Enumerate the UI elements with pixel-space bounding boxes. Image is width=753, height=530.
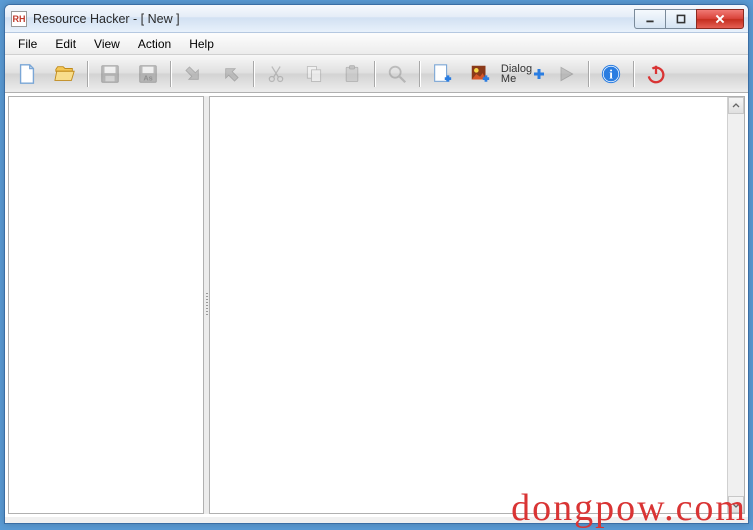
- cut-button: [258, 58, 294, 90]
- save-as-button: As: [130, 58, 166, 90]
- dialog-menu-button[interactable]: Dialog Me: [500, 58, 546, 90]
- toolbar-separator: [253, 61, 254, 87]
- app-icon: RH: [11, 11, 27, 27]
- resource-view-pane[interactable]: [209, 96, 745, 514]
- close-icon: [714, 13, 726, 25]
- resource-tree-pane[interactable]: [8, 96, 204, 514]
- arrow-in-icon: [183, 64, 203, 84]
- save-as-icon: As: [137, 63, 159, 85]
- menubar: File Edit View Action Help: [5, 33, 748, 55]
- search-icon: [386, 63, 408, 85]
- svg-text:i: i: [609, 67, 613, 81]
- copy-button: [296, 58, 332, 90]
- content-area: [5, 93, 748, 517]
- scroll-down-button[interactable]: [728, 496, 744, 513]
- paste-button: [334, 58, 370, 90]
- run-button: [548, 58, 584, 90]
- toolbar: As: [5, 55, 748, 93]
- menu-edit[interactable]: Edit: [46, 35, 85, 53]
- toolbar-separator: [588, 61, 589, 87]
- toolbar-separator: [374, 61, 375, 87]
- dialog-label: Dialog Me: [501, 64, 532, 84]
- close-button[interactable]: [696, 9, 744, 29]
- toolbar-separator: [633, 61, 634, 87]
- paste-icon: [342, 64, 362, 84]
- add-resource-icon: [431, 63, 453, 85]
- menu-help[interactable]: Help: [180, 35, 223, 53]
- info-icon: i: [600, 63, 622, 85]
- copy-icon: [304, 64, 324, 84]
- open-folder-icon: [53, 63, 77, 85]
- minimize-icon: [644, 13, 656, 25]
- minimize-button[interactable]: [634, 9, 666, 29]
- save-icon: [99, 63, 121, 85]
- save-button: [92, 58, 128, 90]
- add-binary-button[interactable]: [462, 58, 498, 90]
- maximize-icon: [675, 13, 687, 25]
- toolbar-separator: [87, 61, 88, 87]
- power-icon: [645, 63, 667, 85]
- about-button[interactable]: i: [593, 58, 629, 90]
- menu-action[interactable]: Action: [129, 35, 180, 53]
- export-button: [213, 58, 249, 90]
- add-resource-button[interactable]: [424, 58, 460, 90]
- toolbar-separator: [419, 61, 420, 87]
- exit-button[interactable]: [638, 58, 674, 90]
- add-binary-icon: [469, 63, 491, 85]
- arrow-out-icon: [221, 64, 241, 84]
- new-button[interactable]: [9, 58, 45, 90]
- open-button[interactable]: [47, 58, 83, 90]
- chevron-down-icon: [732, 501, 740, 509]
- play-icon: [556, 64, 576, 84]
- svg-text:As: As: [143, 73, 152, 82]
- menu-view[interactable]: View: [85, 35, 129, 53]
- statusbar: [5, 517, 748, 523]
- menu-file[interactable]: File: [9, 35, 46, 53]
- app-window: RH Resource Hacker - [ New ] File Edit V…: [4, 4, 749, 524]
- plus-icon: [533, 68, 545, 80]
- titlebar[interactable]: RH Resource Hacker - [ New ]: [5, 5, 748, 33]
- toolbar-separator: [170, 61, 171, 87]
- cut-icon: [266, 64, 286, 84]
- vertical-scrollbar[interactable]: [727, 97, 744, 513]
- import-button: [175, 58, 211, 90]
- window-controls: [635, 9, 744, 29]
- new-file-icon: [16, 63, 38, 85]
- window-title: Resource Hacker - [ New ]: [33, 12, 635, 26]
- maximize-button[interactable]: [665, 9, 697, 29]
- scroll-up-button[interactable]: [728, 97, 744, 114]
- find-button: [379, 58, 415, 90]
- chevron-up-icon: [732, 102, 740, 110]
